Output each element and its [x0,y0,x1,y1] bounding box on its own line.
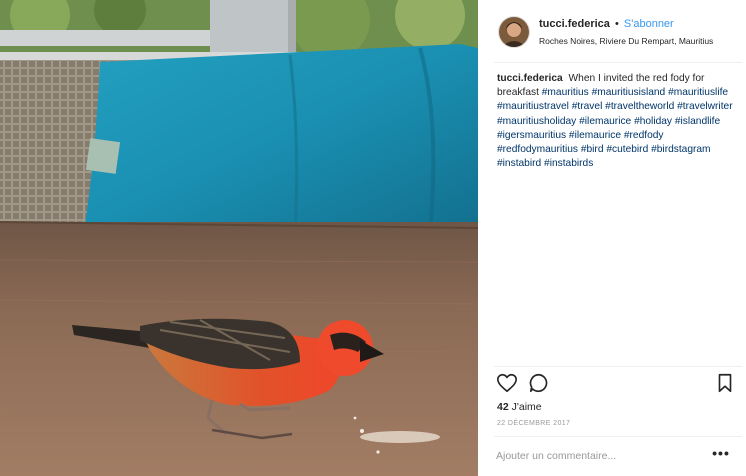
post-header: tucci.federica • S'abonner Roches Noires… [478,0,746,62]
post-photo[interactable] [0,0,478,476]
hashtag-link[interactable]: #instabirds [544,158,593,169]
hashtag-link[interactable]: #mauritiustravel [497,101,569,112]
hashtag-link[interactable]: #mauritius [542,87,589,98]
likes-label: J'aime [511,401,542,413]
location-link[interactable]: Roches Noires, Riviere Du Rempart, Mauri… [539,36,744,46]
hashtag-link[interactable]: #traveltheworld [605,101,674,112]
hashtag-list: #mauritius #mauritiusisland #mauritiusli… [497,87,733,169]
hashtag-link[interactable]: #cutebird [606,144,648,155]
avatar[interactable] [498,16,530,48]
hashtag-link[interactable]: #travel [572,101,603,112]
post-side-panel: tucci.federica • S'abonner Roches Noires… [478,0,746,476]
hashtag-link[interactable]: #travelwriter [677,101,732,112]
hashtag-link[interactable]: #ilemaurice [579,116,631,127]
caption-username[interactable]: tucci.federica [497,73,563,84]
divider [494,436,742,437]
hashtag-link[interactable]: #holiday [634,116,672,127]
hashtag-link[interactable]: #mauritiusholiday [497,116,576,127]
follow-button[interactable]: S'abonner [624,18,674,30]
heart-icon[interactable] [496,372,518,394]
username-link[interactable]: tucci.federica [539,18,610,30]
action-bar [496,372,736,394]
instagram-post: tucci.federica • S'abonner Roches Noires… [0,0,746,476]
hashtag-link[interactable]: #redfodymauritius [497,144,578,155]
likes-count[interactable]: 42 J'aime [497,401,542,413]
comment-bubble-icon[interactable] [528,372,550,394]
username-row: tucci.federica • S'abonner [539,18,674,30]
likes-number: 42 [497,401,509,413]
hashtag-link[interactable]: #instabird [497,158,541,169]
bookmark-icon[interactable] [714,372,736,394]
hashtag-link[interactable]: #bird [581,144,604,155]
divider [494,62,742,63]
hashtag-link[interactable]: #ilemaurice [569,130,621,141]
hashtag-link[interactable]: #islandlife [675,116,720,127]
divider [494,366,742,367]
hashtag-link[interactable]: #igersmauritius [497,130,566,141]
post-date: 22 DÉCEMBRE 2017 [497,420,571,427]
hashtag-link[interactable]: #birdstagram [651,144,710,155]
more-options-icon[interactable]: ••• [712,446,730,462]
post-caption: tucci.federica When I invited the red fo… [497,72,737,171]
separator-dot: • [614,18,619,30]
comment-input[interactable] [496,446,696,466]
hashtag-link[interactable]: #mauritiuslife [668,87,728,98]
hashtag-link[interactable]: #mauritiusisland [592,87,666,98]
hashtag-link[interactable]: #redfody [624,130,664,141]
